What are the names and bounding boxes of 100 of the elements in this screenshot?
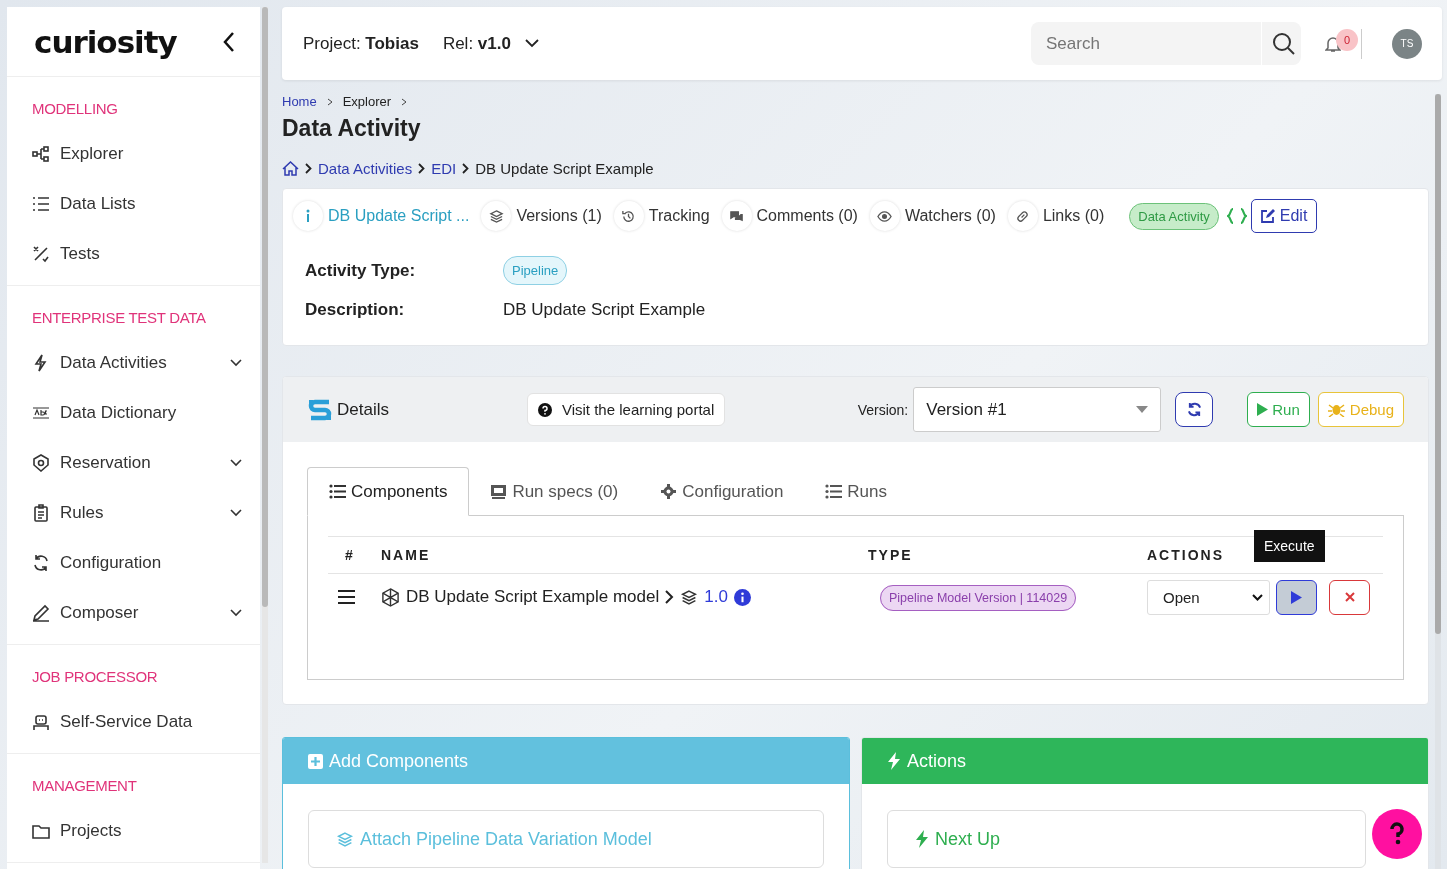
logo: curiosity [34, 23, 178, 60]
gear-icon [660, 484, 678, 499]
panel-title: Actions [907, 750, 967, 772]
path-current: DB Update Script Example [475, 160, 654, 177]
type-badge: Data Activity [1129, 202, 1219, 230]
history-icon [621, 208, 637, 224]
edit-button[interactable]: Edit [1250, 199, 1318, 233]
help-icon [537, 402, 552, 417]
details-tab[interactable]: Components [307, 467, 470, 516]
plus-square-icon [308, 753, 323, 769]
chevron-down-icon [230, 609, 242, 617]
screen-icon [490, 484, 508, 499]
page-title: Data Activity [282, 115, 422, 142]
user-avatar[interactable]: TS [1392, 28, 1422, 59]
link-icon [1015, 208, 1031, 224]
eye-icon [877, 208, 893, 224]
chevron-down-icon [230, 359, 242, 367]
robot-icon [32, 713, 50, 731]
learning-portal-button[interactable]: Visit the learning portal [526, 393, 726, 426]
question-icon [1389, 822, 1405, 846]
breadcrumb-link[interactable]: Explorer [342, 94, 392, 109]
breadcrumb-link[interactable]: Home [282, 94, 317, 109]
bolt-icon [887, 752, 901, 770]
code-braces-icon[interactable] [1226, 208, 1247, 224]
edit-icon [1260, 209, 1275, 223]
home-icon[interactable] [282, 161, 299, 176]
version-link[interactable]: 1.0 [704, 587, 728, 607]
sidebar-item[interactable]: Data Activities [7, 338, 260, 388]
column-header: NAME [381, 547, 432, 563]
sidebar-item[interactable]: Composer [7, 588, 260, 638]
release-dropdown[interactable]: Rel: v1.0 [442, 33, 539, 54]
chevron-right-icon [462, 163, 470, 174]
field-label: Activity Type: [305, 260, 417, 281]
sidebar-item[interactable]: Tests [7, 229, 260, 279]
chevron-right-icon [418, 163, 426, 174]
layers-icon [336, 830, 354, 848]
list-icon [329, 484, 346, 499]
sidebar-item[interactable]: Projects [7, 806, 260, 856]
column-header: # [344, 547, 354, 563]
details-tab[interactable]: Configuration [639, 468, 805, 515]
search-field[interactable]: Search [1031, 22, 1301, 65]
sidebar-item[interactable]: Configuration [7, 538, 260, 588]
details-tab[interactable]: Run specs (0) [469, 468, 640, 515]
list-icon [825, 484, 843, 499]
clip-icon [32, 504, 50, 522]
bell-icon[interactable] [1325, 34, 1341, 53]
card-tab[interactable]: Versions (1) [481, 201, 602, 231]
sidebar-item[interactable]: Rules [7, 488, 260, 538]
execute-button[interactable] [1276, 579, 1317, 615]
type-badge: Pipeline Model Version | 114029 [880, 585, 1077, 611]
drag-handle-icon[interactable] [338, 590, 355, 604]
info-icon[interactable] [733, 588, 751, 606]
bolt-icon [915, 830, 929, 848]
separator-icon [326, 97, 333, 106]
sidebar-item[interactable]: Reservation [7, 438, 260, 488]
model-icon [381, 587, 400, 607]
chevron-down-icon [524, 39, 539, 48]
chevron-right-icon [305, 163, 312, 174]
action-select[interactable]: Open [1147, 579, 1270, 615]
chevron-down-icon [230, 459, 242, 467]
version-select[interactable]: Version #1 [913, 387, 1162, 432]
chat-icon [729, 208, 745, 224]
sidebar-item[interactable]: Self-Service Data [7, 697, 260, 747]
column-header: TYPE [868, 547, 914, 563]
field-value: DB Update Script Example [503, 299, 706, 320]
chevron-right-icon [665, 590, 675, 604]
search-icon[interactable] [1272, 31, 1296, 56]
delete-button[interactable] [1329, 579, 1370, 615]
card-tab[interactable]: Tracking [613, 201, 710, 231]
layers-icon [488, 208, 504, 224]
version-label: Version: [857, 401, 909, 418]
folder-icon [32, 822, 50, 840]
card-tab[interactable]: Links (0) [1007, 201, 1105, 231]
refresh-icon [1186, 402, 1202, 417]
pen-icon [32, 604, 50, 622]
card-tab[interactable]: Comments (0) [721, 201, 858, 231]
separator-icon [401, 97, 408, 106]
sidebar-item[interactable]: Data Dictionary [7, 388, 260, 438]
sidebar-item[interactable]: Explorer [7, 129, 260, 179]
path-link[interactable]: Data Activities [318, 160, 413, 177]
refresh-button[interactable] [1175, 392, 1214, 427]
play-icon [1257, 403, 1269, 416]
section-heading: JOB PROCESSOR [31, 667, 159, 687]
card-tab[interactable]: Watchers (0) [869, 201, 996, 231]
percent-icon [32, 245, 50, 263]
play-icon [1291, 590, 1302, 604]
details-tab[interactable]: Runs [804, 468, 909, 515]
info-icon [305, 209, 311, 223]
field-label: Description: [305, 299, 406, 320]
component-name: DB Update Script Example model [406, 587, 660, 607]
tooltip: Execute [1254, 529, 1325, 562]
sidebar-item[interactable]: Data Lists [7, 179, 260, 229]
path-link[interactable]: EDI [431, 160, 457, 177]
caret-icon [1136, 406, 1149, 413]
section-heading: MANAGEMENT [31, 776, 138, 796]
share-icon [32, 145, 50, 163]
sync-icon [32, 554, 50, 572]
collapse-icon[interactable] [222, 30, 236, 53]
chevron-down-icon [1252, 593, 1263, 601]
list-icon [32, 195, 50, 213]
